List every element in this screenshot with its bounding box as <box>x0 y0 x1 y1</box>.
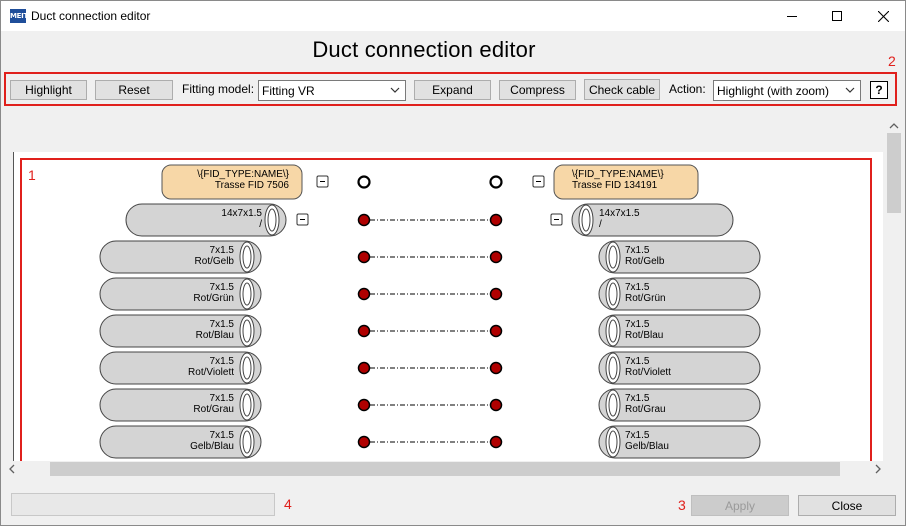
action-select[interactable]: Highlight (with zoom) <box>713 80 861 101</box>
minimize-button[interactable] <box>769 1 815 31</box>
app-icon: MEIT <box>10 9 28 23</box>
annotation-number-1: 1 <box>28 167 36 183</box>
annotation-number-4: 4 <box>284 496 292 512</box>
vertical-scroll-thumb[interactable] <box>887 133 901 213</box>
scroll-left-icon[interactable] <box>5 461 19 477</box>
help-button[interactable]: ? <box>870 81 888 99</box>
vertical-scrollbar[interactable] <box>885 117 903 462</box>
check-cable-button[interactable]: Check cable <box>584 79 660 100</box>
horizontal-scroll-thumb[interactable] <box>50 462 840 476</box>
status-field <box>11 493 275 516</box>
highlight-button[interactable]: Highlight <box>10 80 87 100</box>
maximize-icon <box>832 11 842 21</box>
apply-button[interactable]: Apply <box>691 495 789 516</box>
canvas-highlight-frame <box>20 158 872 468</box>
fitting-model-select[interactable]: Fitting VR <box>258 80 406 101</box>
fitting-model-label: Fitting model: <box>182 82 255 96</box>
fitting-model-value: Fitting VR <box>262 83 315 98</box>
title-bar: MEIT Duct connection editor <box>1 1 905 31</box>
action-value: Highlight (with zoom) <box>717 83 830 98</box>
annotation-number-3: 3 <box>678 497 686 513</box>
maximize-button[interactable] <box>814 1 860 31</box>
compress-button[interactable]: Compress <box>499 80 576 100</box>
page-title: Duct connection editor <box>312 37 536 62</box>
minimize-icon <box>787 16 797 17</box>
chevron-down-icon <box>390 87 400 93</box>
close-icon <box>877 10 889 22</box>
chevron-down-icon <box>845 87 855 93</box>
annotation-number-2: 2 <box>888 53 896 69</box>
scroll-up-icon[interactable] <box>885 119 903 133</box>
close-window-button[interactable] <box>860 1 906 31</box>
close-button[interactable]: Close <box>798 495 896 516</box>
duct-connection-editor-window: MEIT Duct connection editor Duct connect… <box>0 0 906 526</box>
expand-button[interactable]: Expand <box>414 80 491 100</box>
window-title: Duct connection editor <box>31 9 151 23</box>
action-label: Action: <box>669 82 706 96</box>
scroll-right-icon[interactable] <box>871 461 885 477</box>
reset-button[interactable]: Reset <box>95 80 173 100</box>
horizontal-scrollbar[interactable] <box>5 461 885 477</box>
